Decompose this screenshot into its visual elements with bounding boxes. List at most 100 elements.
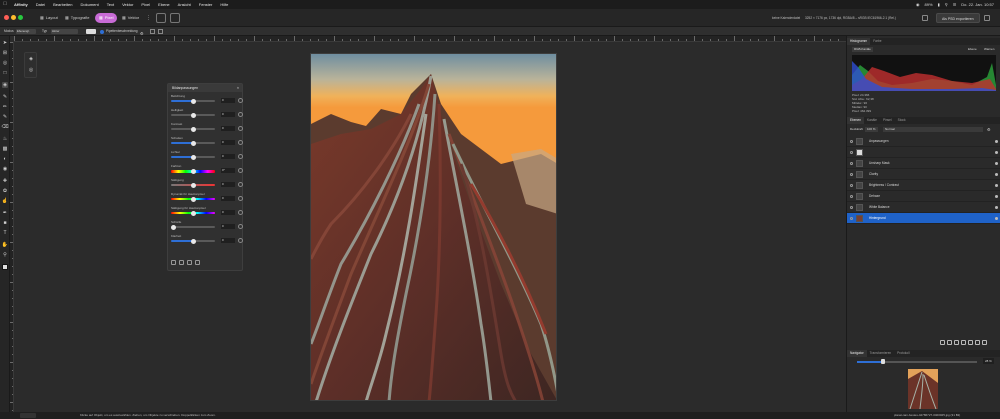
slider-knob[interactable] — [171, 224, 176, 230]
adjustments-panel-header[interactable]: Bildanpassungen × — [168, 84, 242, 92]
tab-histogramm[interactable]: Histogramm — [847, 38, 871, 45]
histogram-channel-select[interactable]: RGB-Kanäle — [852, 47, 873, 52]
fill-tool-icon[interactable]: ♨ — [2, 136, 8, 142]
layer-visibility-icon[interactable] — [995, 140, 998, 143]
zoom-window-button[interactable] — [18, 15, 23, 20]
layer-expand-icon[interactable] — [850, 173, 853, 176]
persona-layout[interactable]: ▦ Layout — [36, 13, 62, 23]
slider-schaerfe[interactable]: Schärfe 0 — [171, 220, 243, 234]
tool-option-icon[interactable] — [150, 29, 155, 34]
layer-visibility-icon[interactable] — [995, 195, 998, 198]
slider-value[interactable]: 0 — [221, 98, 235, 103]
fx-icon[interactable] — [975, 340, 980, 345]
refine-sub-icon[interactable]: ◎ — [28, 67, 34, 73]
shape-tool-icon[interactable]: ■ — [2, 220, 8, 226]
slider-value[interactable]: 0 — [221, 210, 235, 215]
gradient-tool-icon[interactable]: ▩ — [2, 146, 8, 152]
reset-icon[interactable] — [238, 196, 243, 201]
move-tool-icon[interactable]: ➤ — [2, 40, 8, 46]
slider-knob[interactable] — [191, 126, 196, 132]
slider-kontrast[interactable]: Kontrast 0 — [171, 122, 243, 136]
tab-pinsel[interactable]: Pinsel — [880, 117, 895, 124]
merge-icon[interactable] — [179, 260, 184, 265]
tab-transformieren[interactable]: Transformieren — [867, 350, 895, 357]
selection-brush-icon[interactable]: ◎ — [2, 60, 8, 66]
slider-value[interactable]: 0 — [221, 112, 235, 117]
menu-ebene[interactable]: Ebene — [154, 0, 174, 9]
tool-option-2-icon[interactable] — [158, 29, 163, 34]
slider-knob[interactable] — [191, 98, 196, 104]
healing-tool-icon[interactable]: ✚ — [2, 178, 8, 184]
slider-value[interactable]: 0 — [221, 140, 235, 145]
layer-row[interactable]: White Balance — [847, 202, 1000, 213]
slider-value[interactable]: 0 — [221, 238, 235, 243]
slider-saettigung[interactable]: Sättigung 0 — [171, 178, 243, 192]
text-tool-icon[interactable]: T — [2, 230, 8, 236]
slider-knob[interactable] — [191, 210, 196, 216]
blemish-tool-icon[interactable]: ✿ — [2, 188, 8, 194]
clone-tool-icon[interactable]: ◉ — [2, 166, 8, 172]
reset-icon[interactable] — [238, 140, 243, 145]
menu-app-name[interactable]: Affinity — [10, 0, 32, 9]
layer-expand-icon[interactable] — [850, 162, 853, 165]
persona-pixel[interactable]: ▦ Pixel — [95, 13, 118, 23]
tab-stock[interactable]: Stock — [895, 117, 909, 124]
dodge-tool-icon[interactable]: ◐ — [2, 156, 8, 162]
trash-icon[interactable] — [982, 340, 987, 345]
layer-expand-icon[interactable] — [850, 206, 853, 209]
layer-expand-icon[interactable] — [850, 140, 853, 143]
reset-icon[interactable] — [238, 182, 243, 187]
slider-knob[interactable] — [191, 154, 196, 160]
slider-farbton[interactable]: Farbton 0° — [171, 164, 243, 178]
color-swatches-icon[interactable] — [2, 264, 8, 270]
compare-icon[interactable] — [187, 260, 192, 265]
slider-value[interactable]: 0 — [221, 154, 235, 159]
reset-icon[interactable] — [238, 98, 243, 103]
persona-typografie[interactable]: ▦ Typografie — [61, 13, 93, 23]
share-icon[interactable] — [922, 15, 928, 21]
slider-knob[interactable] — [191, 112, 196, 118]
slider-saettigung-haut[interactable]: Sättigung für Hauttonpixel 0 — [171, 206, 243, 220]
paint-brush-icon[interactable]: ✎ — [2, 94, 8, 100]
layer-mask-icon[interactable] — [940, 340, 945, 345]
tab-ebenen[interactable]: Ebenen — [847, 117, 864, 124]
add-layer-icon[interactable] — [968, 340, 973, 345]
apple-icon[interactable]:  — [0, 0, 10, 9]
tab-protokoll[interactable]: Protokoll — [894, 350, 912, 357]
reset-icon[interactable] — [238, 168, 243, 173]
histogram-ebene-option[interactable]: Ebene — [968, 47, 977, 52]
layer-row[interactable]: Clarity — [847, 169, 1000, 180]
flood-select-icon[interactable]: ◈ — [2, 82, 8, 88]
slider-track[interactable] — [171, 226, 215, 228]
battery-icon[interactable]: ▮ — [938, 0, 940, 9]
menu-datei[interactable]: Datei — [32, 0, 49, 9]
slider-value[interactable]: 0 — [221, 196, 235, 201]
slider-knob[interactable] — [191, 238, 196, 244]
pipette-checkbox[interactable] — [100, 29, 104, 34]
opacity-value[interactable]: 100 % — [865, 127, 878, 132]
reset-icon[interactable] — [238, 126, 243, 131]
layer-row[interactable]: Anpassungen — [847, 136, 1000, 147]
zoom-value[interactable]: 28 % — [983, 358, 994, 364]
layer-row[interactable]: Dehaze — [847, 191, 1000, 202]
slider-schatten[interactable]: Schatten 0 — [171, 136, 243, 150]
layer-expand-icon[interactable] — [850, 217, 853, 220]
slider-value[interactable]: 0 — [221, 224, 235, 229]
flood-fill-sub-icon[interactable]: ◈ — [28, 56, 34, 62]
zoom-tool-icon[interactable]: ⚲ — [2, 252, 8, 258]
slider-belichtung[interactable]: Belichtung 0 — [171, 94, 243, 108]
erase-brush-icon[interactable]: ⌫ — [1, 124, 8, 130]
pen-tool-icon[interactable]: ✒ — [2, 210, 8, 216]
adjustment-icon[interactable] — [947, 340, 952, 345]
color-replace-icon[interactable]: ✎ — [2, 114, 8, 120]
reset-icon[interactable] — [238, 112, 243, 117]
menu-ansicht[interactable]: Ansicht — [174, 0, 195, 9]
layer-row[interactable]: Brightness / Contrast — [847, 180, 1000, 191]
layer-visibility-icon[interactable] — [995, 162, 998, 165]
slider-dynamik-haut[interactable]: Dynamik für Hauttonpixel 0 — [171, 192, 243, 206]
zoom-slider-knob[interactable] — [881, 359, 885, 364]
layer-expand-icon[interactable] — [850, 195, 853, 198]
more-options-icon[interactable]: ⋮ — [146, 15, 151, 21]
slider-knob[interactable] — [191, 196, 196, 202]
modus-select[interactable]: Ebenengl. — [16, 29, 36, 34]
